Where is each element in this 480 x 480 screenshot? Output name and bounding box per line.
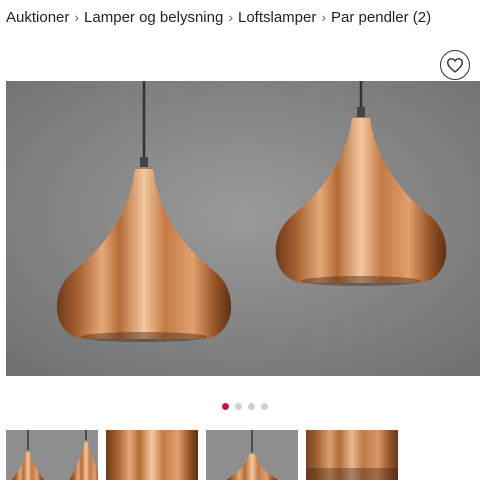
thumbnail-4[interactable]	[306, 430, 398, 480]
breadcrumb-auktioner[interactable]: Auktioner	[6, 9, 69, 26]
breadcrumb: Auktioner › Lamper og belysning › Loftsl…	[6, 6, 431, 28]
breadcrumb-separator: ›	[228, 9, 233, 25]
heart-icon	[446, 58, 463, 73]
breadcrumb-separator: ›	[74, 9, 80, 25]
breadcrumb-separator: ›	[321, 9, 327, 25]
gallery-pagination	[0, 403, 480, 413]
breadcrumb-lamper-og-belysning[interactable]: Lamper og belysning	[84, 9, 223, 26]
breadcrumb-current-page: Par pendler (2)	[331, 8, 432, 26]
breadcrumb-loftslamper[interactable]: Loftslamper	[238, 9, 316, 26]
favorite-button[interactable]	[440, 50, 470, 80]
main-product-image[interactable]	[6, 81, 480, 376]
thumbnail-strip	[6, 430, 480, 480]
thumbnail-3[interactable]	[206, 430, 298, 480]
thumbnail-1[interactable]	[6, 430, 98, 480]
gallery-dot-3[interactable]	[248, 403, 255, 410]
thumbnail-2[interactable]	[106, 430, 198, 480]
gallery-dot-2[interactable]	[235, 403, 242, 410]
gallery-dot-4[interactable]	[261, 403, 268, 410]
gallery-dot-1[interactable]	[222, 403, 229, 410]
